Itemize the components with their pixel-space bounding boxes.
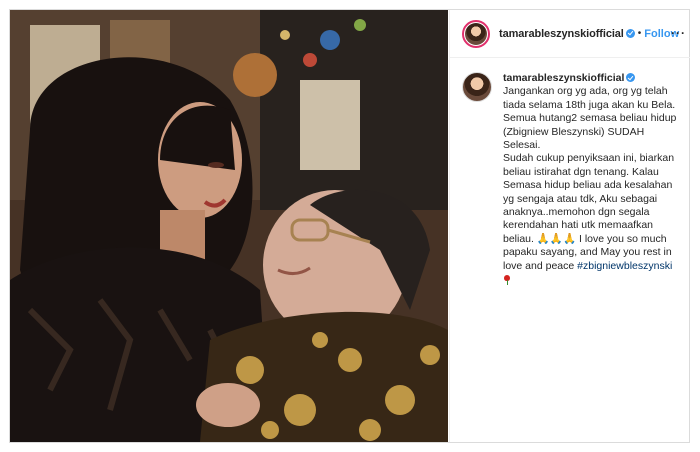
post-photo-image <box>10 10 448 442</box>
header-username-text: tamarableszynskiofficial <box>499 27 624 40</box>
caption-verified-badge-icon <box>626 73 636 82</box>
caption-text: tamarableszynskiofficial Jangankan org y… <box>503 72 680 290</box>
caption-line: Sudah cukup penyiksaan ini, biarkan <box>503 152 675 165</box>
caption-line: (Zbigniew Bleszynski) SUDAH Selesai. <box>503 125 645 152</box>
rose-emoji-icon <box>503 275 511 286</box>
caption-line: yg sengaja atau tdk, Aku sebagai <box>503 192 658 205</box>
post-photo[interactable] <box>10 10 448 442</box>
profile-avatar[interactable] <box>462 19 490 48</box>
post-side-panel: tamarableszynskiofficial • Follow ··· ta… <box>449 10 690 442</box>
caption-comment: tamarableszynskiofficial Jangankan org y… <box>450 58 690 290</box>
caption-username-text: tamarableszynskiofficial <box>503 72 625 84</box>
hashtag-link[interactable]: #zbigniewbleszynski <box>577 260 672 272</box>
caption-line: Semua hutang2 semasa beliau hidup <box>503 112 677 125</box>
caption-username-link[interactable]: tamarableszynskiofficial <box>503 72 636 84</box>
caption-line: anaknya..memohon dgn segala <box>503 206 650 219</box>
caption-line: tiada selama 18th juga akan ku Bela. <box>503 98 676 111</box>
post-header: tamarableszynskiofficial • Follow ··· <box>450 10 690 58</box>
header-username-link[interactable]: tamarableszynskiofficial <box>499 28 635 40</box>
caption-line: Semasa hidup beliau ada kesalahan <box>503 179 673 192</box>
avatar-image <box>465 22 487 45</box>
caption-avatar[interactable] <box>462 72 492 102</box>
caption-line: beliau istirahat dgn tenang. Kalau <box>503 165 659 178</box>
verified-badge-icon <box>625 28 635 38</box>
caption-line: Jangankan org yg ada, org yg telah <box>503 85 668 98</box>
instagram-post: tamarableszynskiofficial • Follow ··· ta… <box>9 9 690 443</box>
caption-line: kerendahan hati utk memaafkan <box>503 219 654 232</box>
more-options-icon[interactable]: ··· <box>671 26 686 40</box>
header-separator: • <box>637 28 642 39</box>
caption-line: beliau. 🙏🙏🙏 I love you so much <box>503 232 667 245</box>
caption-line: love and peace <box>503 259 575 272</box>
caption-avatar-image <box>462 72 492 102</box>
caption-line: papaku sayang, and May you rest in <box>503 246 672 259</box>
